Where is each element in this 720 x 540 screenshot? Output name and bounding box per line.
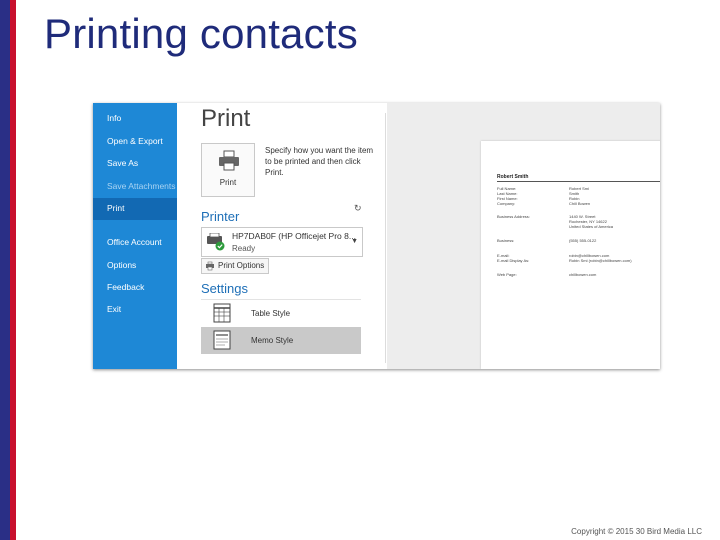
preview-field-row: Web Page: chillbowen.com: [497, 272, 596, 277]
print-button-label: Print: [219, 178, 237, 187]
preview-field-label: Web Page:: [497, 272, 517, 277]
memo-style-option[interactable]: Memo Style: [201, 327, 361, 354]
table-style-icon: [213, 303, 231, 323]
preview-field-value: Robin Smi (robin@chillbowen.com): [569, 258, 632, 263]
print-description: Specify how you want the item to be prin…: [265, 146, 374, 177]
memo-style-label: Memo Style: [251, 336, 294, 345]
nav-item-save-as[interactable]: Save As: [107, 158, 138, 168]
nav-item-feedback[interactable]: Feedback: [107, 282, 144, 292]
preview-field-row: E-mail Display As: Robin Smi (robin@chill…: [497, 258, 632, 263]
memo-style-icon: [213, 330, 231, 350]
settings-section-title: Settings: [201, 281, 248, 296]
table-style-option[interactable]: Table Style: [201, 299, 361, 328]
nav-item-info[interactable]: Info: [107, 113, 121, 123]
print-options-label: Print Options: [218, 261, 265, 270]
nav-item-print[interactable]: Print: [93, 198, 177, 220]
preview-field-row: Business Address: 1440 W. Street: [497, 214, 595, 219]
print-options-icon: [206, 261, 214, 271]
preview-field-row: Business: (555) 555-0122: [497, 238, 596, 243]
slide-accent-bar: [0, 0, 16, 540]
printer-ready-icon: [207, 233, 225, 251]
slide-title: Printing contacts: [44, 10, 358, 57]
nav-item-options[interactable]: Options: [107, 260, 136, 270]
print-heading: Print: [201, 105, 251, 132]
preview-rule: [497, 181, 660, 182]
preview-field-value: (555) 555-0122: [569, 238, 597, 243]
table-style-label: Table Style: [251, 309, 291, 318]
preview-page: Robert Smith Full Name: Robert Smi Last N…: [481, 141, 660, 369]
preview-field-row: Company: Chill Bowen: [497, 201, 590, 206]
nav-item-print-label: Print: [107, 203, 125, 213]
print-pane: Print Print Specify how you want the ite…: [177, 103, 660, 369]
refresh-icon[interactable]: ↻: [354, 204, 363, 213]
preview-field-label: E-mail Display As:: [497, 258, 530, 263]
backstage-nav: Info Open & Export Save As Save Attachme…: [93, 103, 177, 369]
preview-contact-name: Robert Smith: [497, 174, 529, 180]
printer-section-title: Printer: [201, 209, 240, 224]
printer-status: Ready: [232, 244, 256, 253]
printer-name: HP7DAB0F (HP Officejet Pro 8...: [232, 231, 356, 241]
preview-field-value: United States of America: [569, 224, 614, 229]
chevron-down-icon: ▼: [351, 238, 358, 245]
print-preview: Robert Smith Full Name: Robert Smi Last N…: [387, 103, 660, 369]
nav-item-exit[interactable]: Exit: [107, 304, 121, 314]
pane-divider: [385, 113, 386, 363]
printer-select[interactable]: HP7DAB0F (HP Officejet Pro 8... Ready ▼: [201, 227, 363, 257]
nav-item-office-account[interactable]: Office Account: [107, 237, 162, 247]
nav-item-open-export[interactable]: Open & Export: [107, 136, 163, 146]
printer-icon: [219, 150, 239, 171]
print-button[interactable]: Print: [201, 143, 255, 197]
slide-footer: Copyright © 2015 30 Bird Media LLC: [571, 527, 702, 536]
preview-field-label: Business:: [497, 238, 515, 243]
outlook-print-screenshot: Info Open & Export Save As Save Attachme…: [93, 103, 660, 369]
preview-field-label: Company:: [497, 201, 516, 206]
preview-field-label: Business Address:: [497, 214, 530, 219]
print-options-button[interactable]: Print Options: [201, 258, 269, 274]
preview-field-value: chillbowen.com: [569, 272, 597, 277]
nav-item-save-attachments[interactable]: Save Attachments: [107, 181, 176, 191]
preview-field-value: Chill Bowen: [569, 201, 591, 206]
